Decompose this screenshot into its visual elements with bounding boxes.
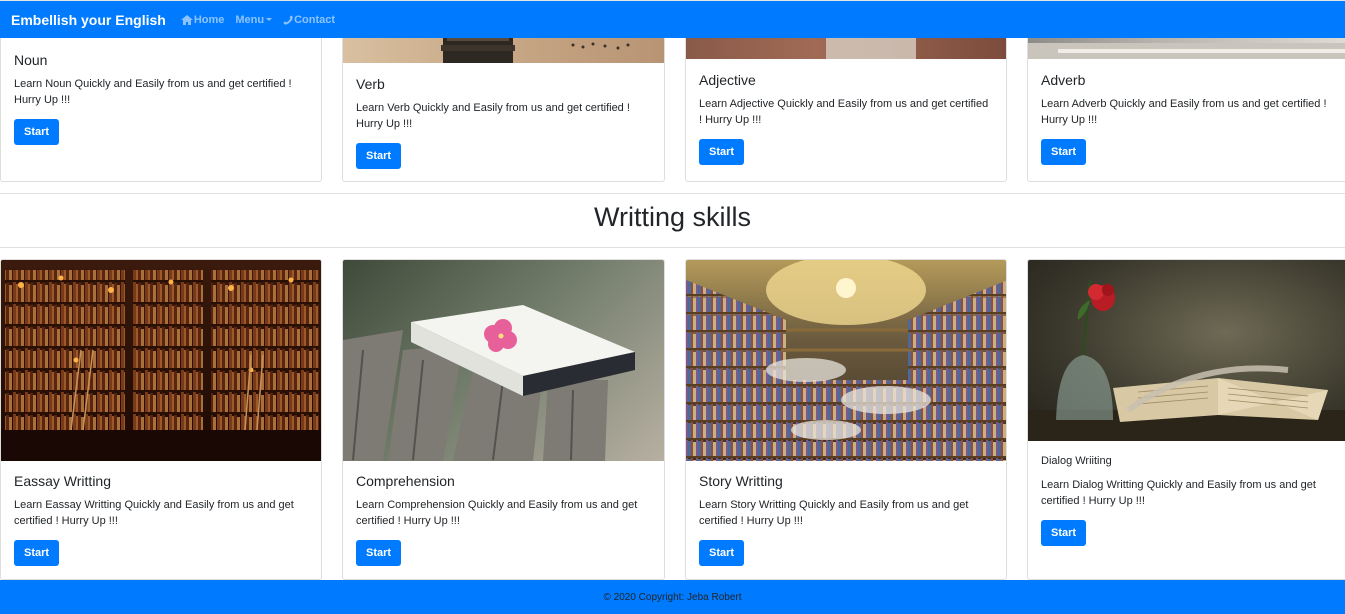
start-button[interactable]: Start [14, 540, 60, 566]
footer: © 2020 Copyright: Jeba Robert [0, 580, 1345, 614]
card-title: Adverb [1041, 72, 1086, 88]
section-heading: Writting skills [593, 202, 752, 232]
start-button[interactable]: Start [14, 119, 60, 145]
brand-link[interactable]: Embellish your English [11, 12, 166, 28]
card-text: Learn Verb Quickly and Easily from us an… [356, 102, 630, 130]
card-image [1, 260, 321, 461]
start-button[interactable]: Start [699, 540, 745, 566]
verb-card: Verb Learn Verb Quickly and Easily from … [342, 22, 665, 182]
card-title: Dialog Wriiting [1041, 455, 1112, 467]
adjective-card: Adjective Learn Adjective Quickly and Ea… [685, 22, 1007, 182]
card-title: Comprehension [356, 473, 455, 489]
start-button[interactable]: Start [356, 143, 402, 169]
card-image [686, 260, 1006, 461]
home-icon [180, 14, 193, 25]
card-text: Learn Noun Quickly and Easily from us an… [14, 78, 292, 106]
card-title: Verb [356, 76, 385, 92]
nav-menu-label: Menu [235, 13, 265, 26]
adverb-card: Adverb Learn Adverb Quickly and Easily f… [1027, 22, 1345, 182]
start-button[interactable]: Start [1041, 139, 1087, 165]
nav-home-label: Home [193, 13, 225, 26]
dialog-writing-card: Dialog Wriiting Learn Dialog Writting Qu… [1027, 259, 1345, 580]
noun-card: Noun Learn Noun Quickly and Easily from … [0, 22, 322, 182]
nav-contact-label: Contact [294, 13, 336, 26]
card-image [343, 260, 664, 461]
divider [0, 247, 1345, 248]
card-title: Adjective [699, 72, 756, 88]
essay-writing-card: Eassay Writting Learn Eassay Writting Qu… [0, 259, 322, 580]
card-text: Learn Story Writting Quickly and Easily … [699, 499, 969, 527]
card-title: Story Writting [699, 473, 783, 489]
card-text: Learn Eassay Writting Quickly and Easily… [14, 499, 294, 527]
divider [0, 193, 1345, 194]
nav-contact-link[interactable]: Contact [283, 14, 335, 26]
nav-menu-dropdown[interactable]: Menu [235, 13, 273, 26]
card-text: Learn Adverb Quickly and Easily from us … [1041, 98, 1327, 126]
start-button[interactable]: Start [1041, 520, 1087, 546]
card-title: Noun [14, 52, 48, 68]
story-writing-card: Story Writting Learn Story Writting Quic… [685, 259, 1007, 580]
card-text: Learn Comprehension Quickly and Easily f… [356, 499, 638, 527]
card-text: Learn Adjective Quickly and Easily from … [699, 98, 989, 126]
card-text: Learn Dialog Writting Quickly and Easily… [1041, 479, 1316, 507]
comprehension-card: Comprehension Learn Comprehension Quickl… [342, 259, 665, 580]
caret-down-icon [266, 18, 273, 21]
start-button[interactable]: Start [699, 139, 745, 165]
start-button[interactable]: Start [356, 540, 402, 566]
card-image [1028, 260, 1345, 441]
nav-home-link[interactable]: Home [180, 13, 225, 26]
phone-icon [283, 15, 293, 25]
navbar: Embellish your English Home Menu Contact [0, 0, 1345, 38]
footer-copyright: © 2020 Copyright: Jeba Robert [603, 591, 742, 603]
card-title: Eassay Writting [14, 473, 111, 489]
